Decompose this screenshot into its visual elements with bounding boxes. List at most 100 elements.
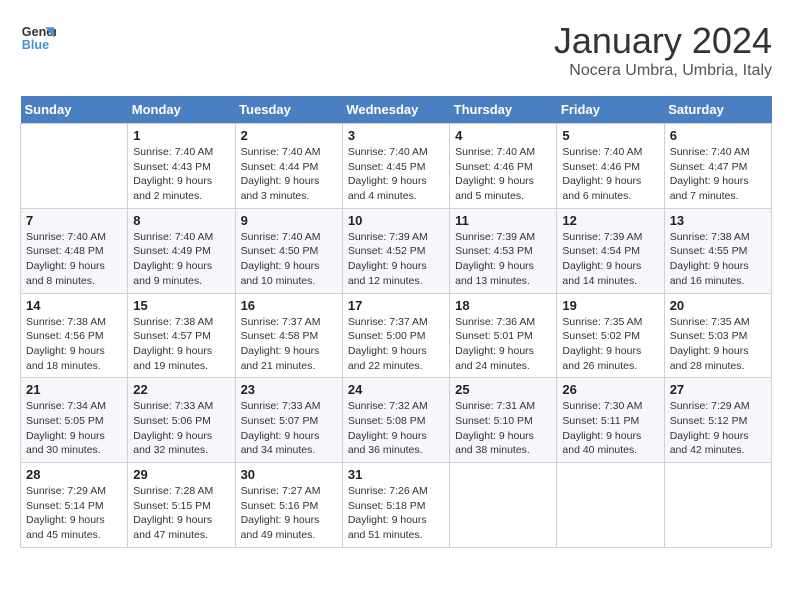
day-info: Sunrise: 7:28 AM Sunset: 5:15 PM Dayligh… [133,484,229,543]
weekday-wednesday: Wednesday [342,96,449,124]
day-number: 11 [455,213,551,228]
day-number: 19 [562,298,658,313]
week-row-3: 14 Sunrise: 7:38 AM Sunset: 4:56 PM Dayli… [21,293,772,378]
calendar-cell: 2 Sunrise: 7:40 AM Sunset: 4:44 PM Daylig… [235,124,342,209]
calendar-cell [664,463,771,548]
day-info: Sunrise: 7:40 AM Sunset: 4:47 PM Dayligh… [670,145,766,204]
day-info: Sunrise: 7:34 AM Sunset: 5:05 PM Dayligh… [26,399,122,458]
calendar-cell: 21Sunrise: 7:34 AM Sunset: 5:05 PM Dayli… [21,378,128,463]
calendar-cell: 12 Sunrise: 7:39 AM Sunset: 4:54 PM Dayli… [557,208,664,293]
day-info: Sunrise: 7:40 AM Sunset: 4:46 PM Dayligh… [562,145,658,204]
day-info: Sunrise: 7:39 AM Sunset: 4:52 PM Dayligh… [348,230,444,289]
calendar-cell: 11 Sunrise: 7:39 AM Sunset: 4:53 PM Dayli… [450,208,557,293]
day-info: Sunrise: 7:40 AM Sunset: 4:49 PM Dayligh… [133,230,229,289]
day-info: Sunrise: 7:31 AM Sunset: 5:10 PM Dayligh… [455,399,551,458]
calendar-cell: 1Sunrise: 7:40 AM Sunset: 4:43 PM Daylig… [128,124,235,209]
calendar-cell: 20 Sunrise: 7:35 AM Sunset: 5:03 PM Dayli… [664,293,771,378]
logo: General Blue [20,20,56,56]
day-info: Sunrise: 7:35 AM Sunset: 5:03 PM Dayligh… [670,315,766,374]
page-header: General Blue January 2024 Nocera Umbra, … [20,20,772,80]
day-number: 8 [133,213,229,228]
day-number: 3 [348,128,444,143]
logo-icon: General Blue [20,20,56,56]
day-info: Sunrise: 7:36 AM Sunset: 5:01 PM Dayligh… [455,315,551,374]
calendar-cell: 16Sunrise: 7:37 AM Sunset: 4:58 PM Dayli… [235,293,342,378]
calendar-cell: 9Sunrise: 7:40 AM Sunset: 4:50 PM Daylig… [235,208,342,293]
weekday-tuesday: Tuesday [235,96,342,124]
day-number: 13 [670,213,766,228]
day-info: Sunrise: 7:39 AM Sunset: 4:53 PM Dayligh… [455,230,551,289]
day-info: Sunrise: 7:38 AM Sunset: 4:55 PM Dayligh… [670,230,766,289]
day-info: Sunrise: 7:38 AM Sunset: 4:57 PM Dayligh… [133,315,229,374]
day-info: Sunrise: 7:27 AM Sunset: 5:16 PM Dayligh… [241,484,337,543]
day-info: Sunrise: 7:39 AM Sunset: 4:54 PM Dayligh… [562,230,658,289]
calendar-cell: 28Sunrise: 7:29 AM Sunset: 5:14 PM Dayli… [21,463,128,548]
calendar-cell: 7 Sunrise: 7:40 AM Sunset: 4:48 PM Daylig… [21,208,128,293]
day-number: 18 [455,298,551,313]
day-number: 7 [26,213,122,228]
day-info: Sunrise: 7:32 AM Sunset: 5:08 PM Dayligh… [348,399,444,458]
svg-text:Blue: Blue [22,38,49,52]
calendar-cell: 14 Sunrise: 7:38 AM Sunset: 4:56 PM Dayli… [21,293,128,378]
day-number: 30 [241,467,337,482]
day-info: Sunrise: 7:33 AM Sunset: 5:07 PM Dayligh… [241,399,337,458]
calendar-cell [557,463,664,548]
calendar-table: SundayMondayTuesdayWednesdayThursdayFrid… [20,96,772,548]
calendar-cell: 23 Sunrise: 7:33 AM Sunset: 5:07 PM Dayli… [235,378,342,463]
day-info: Sunrise: 7:40 AM Sunset: 4:50 PM Dayligh… [241,230,337,289]
day-info: Sunrise: 7:40 AM Sunset: 4:45 PM Dayligh… [348,145,444,204]
day-info: Sunrise: 7:40 AM Sunset: 4:44 PM Dayligh… [241,145,337,204]
calendar-cell: 24 Sunrise: 7:32 AM Sunset: 5:08 PM Dayli… [342,378,449,463]
day-info: Sunrise: 7:40 AM Sunset: 4:46 PM Dayligh… [455,145,551,204]
day-number: 31 [348,467,444,482]
calendar-cell: 13 Sunrise: 7:38 AM Sunset: 4:55 PM Dayli… [664,208,771,293]
day-info: Sunrise: 7:26 AM Sunset: 5:18 PM Dayligh… [348,484,444,543]
day-number: 25 [455,382,551,397]
calendar-cell: 18 Sunrise: 7:36 AM Sunset: 5:01 PM Dayli… [450,293,557,378]
day-number: 2 [241,128,337,143]
calendar-cell: 31 Sunrise: 7:26 AM Sunset: 5:18 PM Dayli… [342,463,449,548]
day-number: 23 [241,382,337,397]
day-number: 17 [348,298,444,313]
weekday-header-row: SundayMondayTuesdayWednesdayThursdayFrid… [21,96,772,124]
day-number: 29 [133,467,229,482]
day-info: Sunrise: 7:29 AM Sunset: 5:12 PM Dayligh… [670,399,766,458]
day-number: 14 [26,298,122,313]
calendar-cell: 10Sunrise: 7:39 AM Sunset: 4:52 PM Dayli… [342,208,449,293]
calendar-cell: 22Sunrise: 7:33 AM Sunset: 5:06 PM Dayli… [128,378,235,463]
day-info: Sunrise: 7:37 AM Sunset: 5:00 PM Dayligh… [348,315,444,374]
day-number: 24 [348,382,444,397]
title-block: January 2024 Nocera Umbra, Umbria, Italy [554,20,772,80]
day-number: 28 [26,467,122,482]
weekday-saturday: Saturday [664,96,771,124]
weekday-thursday: Thursday [450,96,557,124]
day-info: Sunrise: 7:40 AM Sunset: 4:48 PM Dayligh… [26,230,122,289]
calendar-cell: 29 Sunrise: 7:28 AM Sunset: 5:15 PM Dayli… [128,463,235,548]
calendar-cell: 6Sunrise: 7:40 AM Sunset: 4:47 PM Daylig… [664,124,771,209]
day-number: 12 [562,213,658,228]
calendar-cell: 26Sunrise: 7:30 AM Sunset: 5:11 PM Dayli… [557,378,664,463]
day-number: 4 [455,128,551,143]
day-info: Sunrise: 7:35 AM Sunset: 5:02 PM Dayligh… [562,315,658,374]
month-title: January 2024 [554,20,772,62]
weekday-sunday: Sunday [21,96,128,124]
calendar-cell: 19 Sunrise: 7:35 AM Sunset: 5:02 PM Dayli… [557,293,664,378]
day-number: 15 [133,298,229,313]
week-row-2: 7 Sunrise: 7:40 AM Sunset: 4:48 PM Daylig… [21,208,772,293]
day-info: Sunrise: 7:30 AM Sunset: 5:11 PM Dayligh… [562,399,658,458]
calendar-cell: 5 Sunrise: 7:40 AM Sunset: 4:46 PM Daylig… [557,124,664,209]
weekday-monday: Monday [128,96,235,124]
day-info: Sunrise: 7:37 AM Sunset: 4:58 PM Dayligh… [241,315,337,374]
week-row-5: 28Sunrise: 7:29 AM Sunset: 5:14 PM Dayli… [21,463,772,548]
calendar-cell: 25 Sunrise: 7:31 AM Sunset: 5:10 PM Dayli… [450,378,557,463]
day-number: 20 [670,298,766,313]
week-row-1: 1Sunrise: 7:40 AM Sunset: 4:43 PM Daylig… [21,124,772,209]
calendar-cell: 4 Sunrise: 7:40 AM Sunset: 4:46 PM Daylig… [450,124,557,209]
day-number: 5 [562,128,658,143]
calendar-cell: 3 Sunrise: 7:40 AM Sunset: 4:45 PM Daylig… [342,124,449,209]
day-info: Sunrise: 7:38 AM Sunset: 4:56 PM Dayligh… [26,315,122,374]
calendar-cell [21,124,128,209]
day-number: 27 [670,382,766,397]
calendar-cell [450,463,557,548]
calendar-cell: 27 Sunrise: 7:29 AM Sunset: 5:12 PM Dayli… [664,378,771,463]
